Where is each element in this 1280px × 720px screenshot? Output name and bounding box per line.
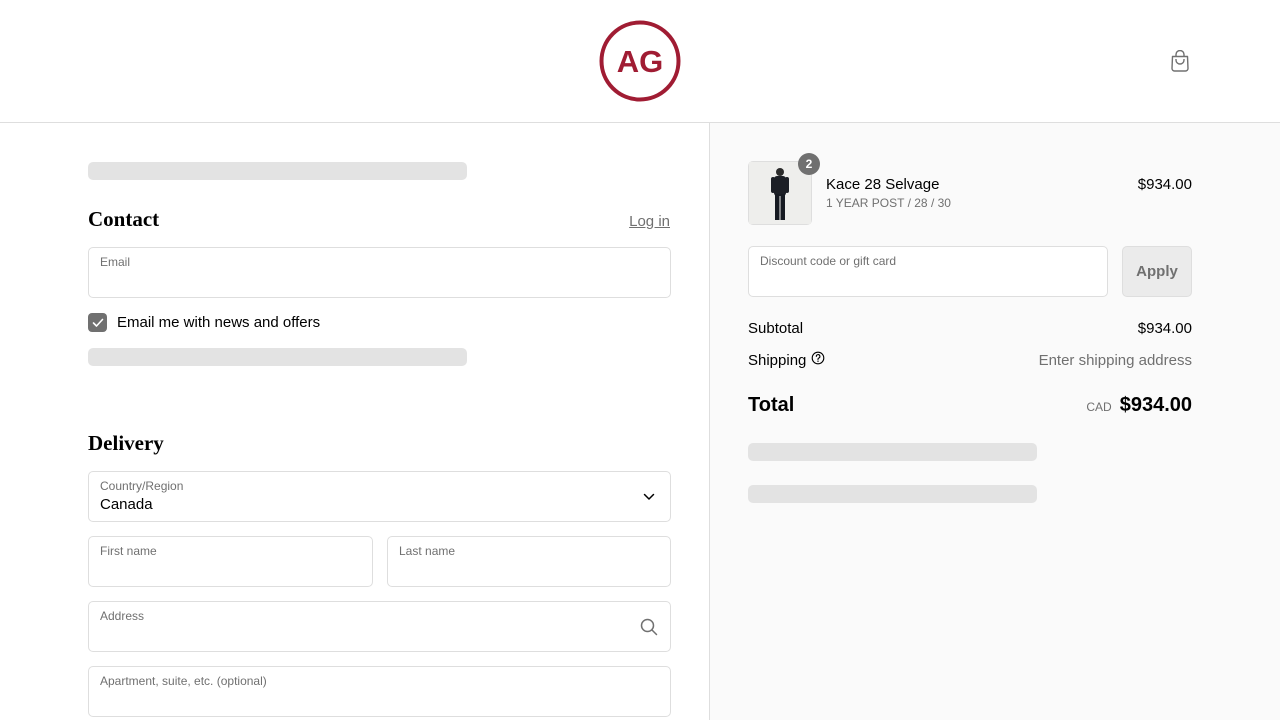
loading-skeleton [748,485,1037,503]
order-summary: 2 Kace 28 Selvage 1 YEAR POST / 28 / 30 … [710,123,1280,720]
newsletter-checkbox[interactable] [88,313,107,332]
country-select[interactable]: Country/Region Canada [88,471,671,522]
discount-input[interactable] [760,271,1096,288]
checkout-form: Contact Log in Email Email me with news … [0,123,710,720]
first-name-label: First name [100,544,157,558]
total-value-wrap: CAD $934.00 [1086,394,1192,417]
discount-label: Discount code or gift card [760,254,897,268]
apartment-input[interactable] [100,691,659,708]
product-thumbnail: 2 [748,153,820,225]
discount-field[interactable]: Discount code or gift card [748,246,1108,297]
product-name: Kace 28 Selvage [826,176,940,193]
apartment-label: Apartment, suite, etc. (optional) [100,674,267,688]
logo-text: AG [617,44,664,79]
first-name-input[interactable] [100,561,361,578]
check-icon [92,318,103,327]
address-label: Address [100,609,145,623]
first-name-field[interactable]: First name [88,536,373,587]
last-name-label: Last name [399,544,456,558]
country-label: Country/Region [100,479,184,493]
address-field[interactable]: Address [88,601,671,652]
delivery-title: Delivery [88,431,164,455]
chevron-down-icon [640,488,658,506]
search-icon[interactable] [640,618,658,636]
site-header: AG [0,0,1280,123]
shopping-bag-icon [1171,50,1189,72]
apartment-field[interactable]: Apartment, suite, etc. (optional) [88,666,671,717]
last-name-input[interactable] [399,561,659,578]
quantity-badge: 2 [798,153,820,175]
newsletter-label: Email me with news and offers [117,314,321,331]
shipping-value: Enter shipping address [1038,352,1192,369]
address-input[interactable] [100,626,659,643]
subtotal-label: Subtotal [748,320,804,337]
loading-skeleton [88,348,467,366]
last-name-field[interactable]: Last name [387,536,671,587]
country-value: Canada [100,496,153,513]
product-price: $934.00 [1137,176,1192,193]
product-variant: 1 YEAR POST / 28 / 30 [826,196,951,210]
newsletter-option[interactable]: Email me with news and offers [88,313,320,332]
contact-title: Contact [88,207,160,231]
email-input[interactable] [100,272,659,289]
cart-button[interactable] [1168,48,1192,74]
login-link[interactable]: Log in [629,213,670,230]
shipping-row: Shipping [748,351,825,369]
help-icon[interactable] [811,351,825,369]
loading-skeleton [88,162,467,180]
total-label: Total [748,394,795,416]
apply-button[interactable]: Apply [1122,246,1192,297]
ag-logo[interactable]: AG [599,20,681,102]
shipping-label: Shipping [748,352,807,369]
loading-skeleton [748,443,1037,461]
email-field[interactable]: Email [88,247,671,298]
subtotal-value: $934.00 [1137,320,1192,337]
email-label: Email [100,255,131,269]
total-currency: CAD [1086,400,1112,414]
total-value: $934.00 [1119,394,1192,416]
